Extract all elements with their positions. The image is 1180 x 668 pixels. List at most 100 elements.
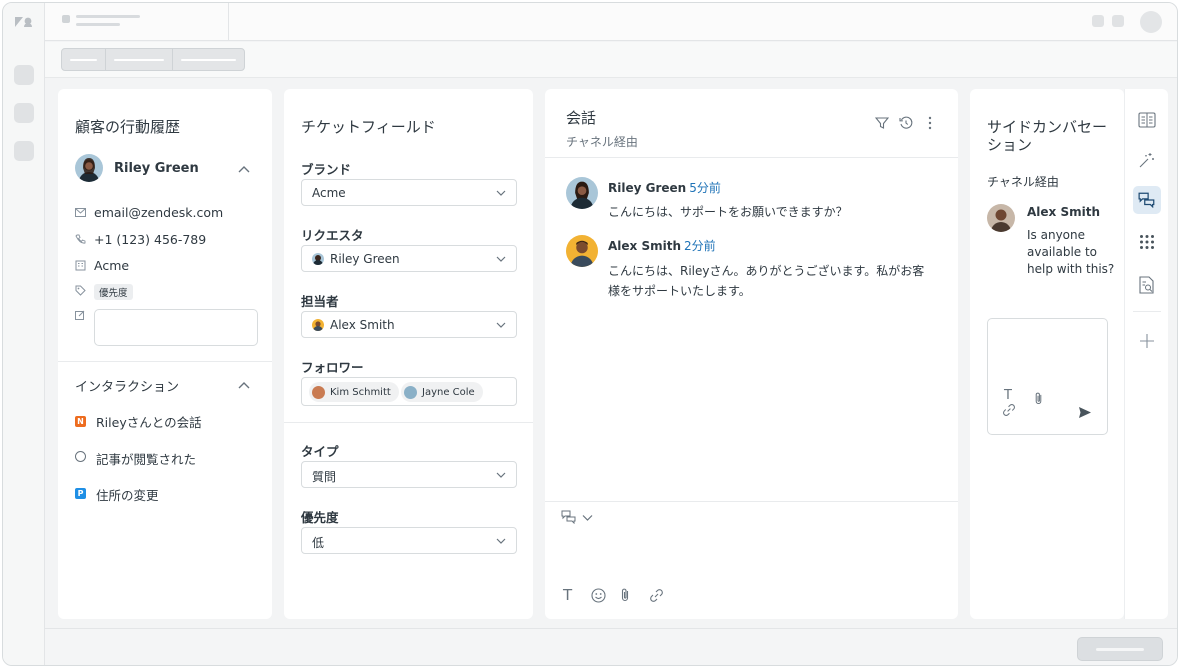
- follower-name: Jayne Cole: [422, 386, 475, 398]
- tag-icon: [75, 285, 86, 296]
- follower-pill[interactable]: Kim Schmitt: [309, 382, 399, 402]
- side-message-author: Alex Smith: [1027, 205, 1100, 219]
- segmented-control[interactable]: [61, 48, 245, 71]
- zendesk-logo-icon[interactable]: [14, 15, 34, 29]
- type-value: 質問: [312, 470, 337, 484]
- message-avatar: [566, 177, 598, 209]
- nav-item-3[interactable]: [14, 141, 34, 161]
- message-author: Riley Green: [608, 181, 687, 195]
- text-format-icon[interactable]: T: [1004, 388, 1012, 403]
- conversation-subtitle: チャネル経由: [566, 135, 638, 149]
- divider: [284, 422, 533, 423]
- requester-avatar: [312, 253, 324, 265]
- collapse-chevron-icon[interactable]: [238, 164, 250, 174]
- channel-switch-icon[interactable]: [561, 510, 577, 524]
- submit-button[interactable]: [1077, 637, 1163, 661]
- interaction-item[interactable]: Rileyさんとの会話: [96, 412, 202, 431]
- chevron-down-icon: [496, 472, 506, 478]
- search-document-icon[interactable]: [1133, 271, 1161, 299]
- segment-2[interactable]: [106, 49, 173, 70]
- attachment-icon[interactable]: [619, 587, 631, 603]
- assignee-avatar: [312, 319, 324, 331]
- chevron-down-icon: [496, 190, 506, 196]
- priority-tag[interactable]: 優先度: [94, 284, 133, 300]
- follower-name: Kim Schmitt: [330, 386, 391, 398]
- send-icon[interactable]: [1078, 406, 1092, 419]
- brand-label: ブランド: [301, 162, 352, 177]
- add-app-icon[interactable]: [1133, 327, 1161, 355]
- text-format-icon[interactable]: T: [563, 586, 572, 604]
- ticket-tab[interactable]: [45, 3, 229, 41]
- link-icon[interactable]: [649, 588, 664, 603]
- app-window: 顧客の行動履歴 Riley Green email@zendesk.com +1…: [2, 2, 1178, 666]
- priority-value: 低: [312, 536, 325, 550]
- customer-phone[interactable]: +1 (123) 456-789: [94, 232, 206, 247]
- interactions-collapse-icon[interactable]: [238, 380, 250, 390]
- interaction-item[interactable]: 住所の変更: [96, 485, 159, 504]
- side-reply-box[interactable]: T: [987, 318, 1108, 435]
- message-text: 様をサポートいたします。: [608, 284, 751, 298]
- customer-name[interactable]: Riley Green: [114, 161, 199, 176]
- type-label: タイプ: [301, 444, 339, 459]
- interaction-item[interactable]: 記事が閲覧された: [96, 449, 196, 468]
- divider: [545, 501, 958, 502]
- divider: [1133, 311, 1161, 312]
- segment-3[interactable]: [173, 49, 244, 70]
- followers-label: フォロワー: [301, 360, 364, 375]
- customer-company[interactable]: Acme: [94, 258, 129, 273]
- requester-select[interactable]: Riley Green: [301, 245, 517, 272]
- notes-field[interactable]: [94, 309, 258, 346]
- requester-value: Riley Green: [330, 252, 400, 266]
- followers-field[interactable]: Kim Schmitt Jayne Cole: [301, 377, 517, 406]
- message-header: Alex Smith 2分前: [608, 237, 716, 254]
- side-message-text: help with this?: [1027, 262, 1115, 276]
- email-icon: [75, 208, 86, 217]
- emoji-icon[interactable]: [591, 588, 606, 603]
- article-viewed-icon: [75, 451, 86, 462]
- assignee-label: 担当者: [301, 294, 339, 309]
- type-select[interactable]: 質問: [301, 461, 517, 488]
- top-bar: [45, 3, 1177, 41]
- attachment-icon[interactable]: [1033, 391, 1044, 406]
- requester-label: リクエスタ: [301, 228, 364, 243]
- brand-value: Acme: [312, 186, 346, 200]
- chevron-down-icon: [496, 256, 506, 262]
- assignee-value: Alex Smith: [330, 318, 395, 332]
- follower-pill[interactable]: Jayne Cole: [401, 382, 483, 402]
- bottom-bar: [45, 628, 1177, 665]
- follower-avatar: [404, 385, 417, 399]
- top-action-2[interactable]: [1112, 15, 1124, 27]
- chevron-down-icon: [496, 322, 506, 328]
- top-action-1[interactable]: [1092, 15, 1104, 27]
- phone-icon: [75, 234, 86, 244]
- knowledge-icon[interactable]: [1133, 106, 1161, 134]
- panel-title: 顧客の行動履歴: [75, 118, 181, 136]
- link-icon[interactable]: [1002, 403, 1016, 417]
- customer-avatar: [75, 154, 103, 182]
- interactions-title: インタラクション: [75, 380, 180, 395]
- filter-icon[interactable]: [875, 116, 889, 130]
- assignee-select[interactable]: Alex Smith: [301, 311, 517, 338]
- customer-email[interactable]: email@zendesk.com: [94, 205, 223, 220]
- chevron-down-icon[interactable]: [582, 514, 593, 522]
- apps-grid-icon[interactable]: [1133, 228, 1161, 256]
- more-options-icon[interactable]: [927, 116, 933, 130]
- side-message-avatar: [987, 204, 1015, 232]
- priority-select[interactable]: 低: [301, 527, 517, 554]
- side-conversation-icon[interactable]: [1133, 186, 1161, 214]
- side-conv-title-2: ション: [987, 136, 1033, 154]
- brand-select[interactable]: Acme: [301, 179, 517, 206]
- history-icon[interactable]: [899, 116, 913, 130]
- nav-item-1[interactable]: [14, 65, 34, 85]
- interaction-badge-n: N: [75, 416, 86, 427]
- magic-wand-icon[interactable]: [1133, 146, 1161, 174]
- panel-title: チケットフィールド: [301, 118, 436, 136]
- nav-item-2[interactable]: [14, 103, 34, 123]
- follower-avatar: [312, 385, 325, 399]
- conversation-title: 会話: [566, 109, 597, 127]
- side-message-text: available to: [1027, 245, 1098, 259]
- message-header: Riley Green 5分前: [608, 179, 721, 196]
- segment-1[interactable]: [62, 49, 106, 70]
- message-time: 2分前: [684, 239, 716, 253]
- user-avatar[interactable]: [1140, 11, 1162, 33]
